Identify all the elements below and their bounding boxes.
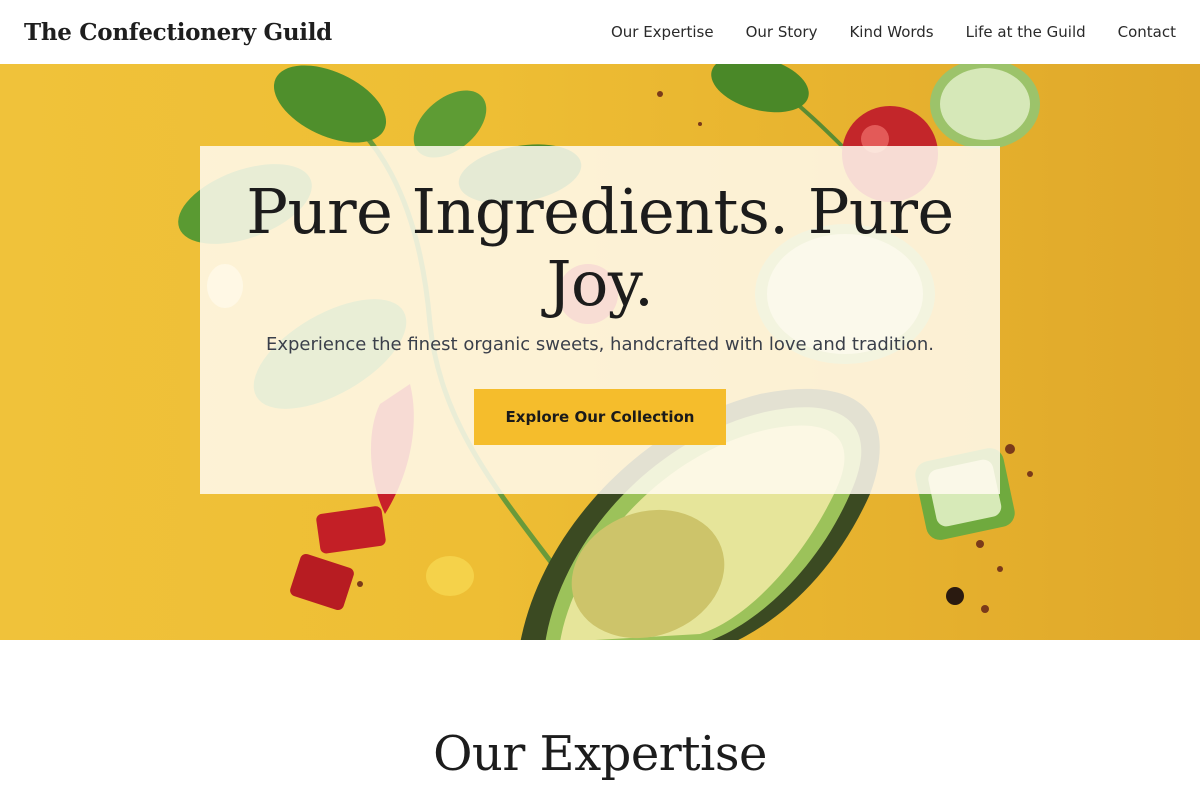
main-nav: Our Expertise Our Story Kind Words Life …	[611, 23, 1176, 41]
nav-item-contact[interactable]: Contact	[1118, 23, 1176, 41]
section-title-expertise: Our Expertise	[433, 726, 767, 782]
nav-item-kind-words[interactable]: Kind Words	[849, 23, 933, 41]
hero-section: Pure Ingredients. Pure Joy. Experience t…	[0, 64, 1200, 640]
nav-item-life-at-the-guild[interactable]: Life at the Guild	[966, 23, 1086, 41]
site-header: The Confectionery Guild Our Expertise Ou…	[0, 0, 1200, 64]
hero-panel: Pure Ingredients. Pure Joy. Experience t…	[200, 146, 1000, 494]
hero-title: Pure Ingredients. Pure Joy.	[246, 175, 954, 320]
brand-logo[interactable]: The Confectionery Guild	[24, 19, 332, 46]
explore-collection-button[interactable]: Explore Our Collection	[474, 389, 726, 445]
nav-item-our-expertise[interactable]: Our Expertise	[611, 23, 714, 41]
hero-subtitle: Experience the finest organic sweets, ha…	[265, 334, 935, 355]
nav-item-our-story[interactable]: Our Story	[746, 23, 818, 41]
